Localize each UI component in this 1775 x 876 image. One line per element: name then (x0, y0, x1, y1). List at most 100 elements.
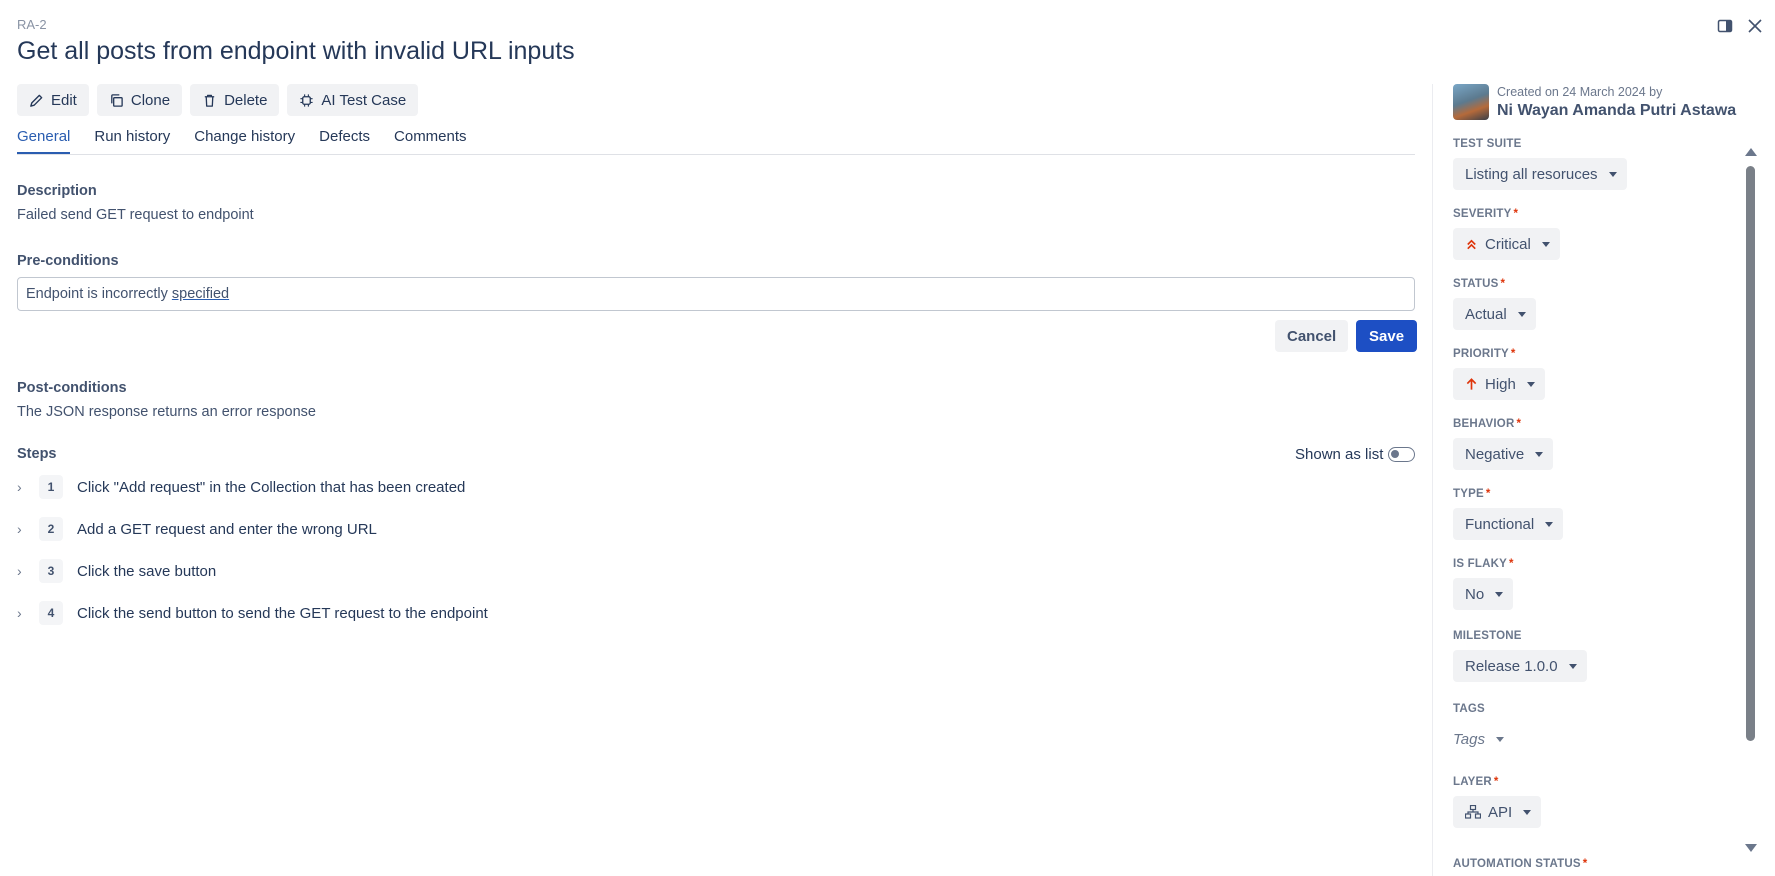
field-tags: TAGS Tags (1453, 703, 1514, 755)
chevron-right-icon[interactable]: › (17, 521, 31, 537)
caret-down-icon (1517, 311, 1526, 317)
step-text[interactable]: Click "Add request" in the Collection th… (77, 479, 465, 496)
test-suite-value: Listing all resoruces (1465, 165, 1598, 183)
test-suite-dropdown[interactable]: Listing all resoruces (1453, 158, 1627, 190)
scroll-up-icon[interactable] (1745, 148, 1757, 156)
preconditions-label: Pre-conditions (17, 253, 119, 269)
shown-as-list-label: Shown as list (1295, 446, 1384, 463)
milestone-dropdown[interactable]: Release 1.0.0 (1453, 650, 1587, 682)
field-is-flaky: IS FLAKY * No (1453, 558, 1514, 610)
field-priority: PRIORITY * High (1453, 348, 1545, 400)
type-dropdown[interactable]: Functional (1453, 508, 1564, 540)
caret-down-icon (1526, 381, 1535, 387)
layer-label: LAYER (1453, 776, 1492, 788)
chip-icon (300, 93, 314, 107)
required-mark: * (1485, 488, 1491, 500)
tab-defects[interactable]: Defects (319, 128, 370, 154)
step-text[interactable]: Add a GET request and enter the wrong UR… (77, 521, 377, 538)
tab-general[interactable]: General (17, 128, 71, 154)
milestone-value: Release 1.0.0 (1465, 657, 1558, 675)
caret-down-icon (1495, 736, 1504, 742)
sidebar-scrollbar[interactable] (1745, 148, 1757, 858)
clone-button[interactable]: Clone (96, 84, 183, 116)
created-text: Created on 24 March 2024 by (1497, 85, 1663, 99)
chevron-right-icon[interactable]: › (17, 605, 31, 621)
step-text[interactable]: Click the send button to send the GET re… (77, 605, 488, 622)
preconditions-editor[interactable]: Endpoint is incorrectly specified (17, 277, 1415, 311)
shown-as-list-toggle[interactable] (1388, 447, 1416, 462)
step-row: › 2 Add a GET request and enter the wron… (17, 517, 377, 541)
window-controls (1715, 16, 1765, 36)
steps-label: Steps (17, 446, 57, 462)
ai-test-case-button[interactable]: AI Test Case (287, 84, 419, 116)
copy-icon (111, 93, 123, 107)
tab-change-history[interactable]: Change history (194, 128, 295, 154)
required-mark: * (1516, 418, 1522, 430)
behavior-label: BEHAVIOR (1453, 418, 1515, 430)
edit-button-label: Edit (51, 91, 77, 109)
description-label: Description (17, 183, 97, 199)
chevron-right-icon[interactable]: › (17, 563, 31, 579)
page-title: Get all posts from endpoint with invalid… (17, 37, 575, 65)
sidebar-divider (1432, 84, 1433, 876)
behavior-value: Negative (1465, 445, 1525, 463)
required-mark: * (1510, 348, 1516, 360)
postconditions-text[interactable]: The JSON response returns an error respo… (17, 404, 316, 420)
caret-down-icon (1523, 809, 1532, 815)
is-flaky-dropdown[interactable]: No (1453, 578, 1514, 610)
severity-value: Critical (1485, 235, 1531, 253)
scroll-down-icon[interactable] (1745, 844, 1757, 852)
tags-label: TAGS (1453, 703, 1485, 715)
step-row: › 3 Click the save button (17, 559, 216, 583)
save-button[interactable]: Save (1356, 320, 1418, 352)
severity-dropdown[interactable]: Critical (1453, 228, 1560, 260)
status-label: STATUS (1453, 278, 1499, 290)
required-mark: * (1582, 858, 1588, 870)
field-type: TYPE * Functional (1453, 488, 1564, 540)
priority-label: PRIORITY (1453, 348, 1509, 360)
caret-down-icon (1568, 663, 1577, 669)
shown-as-list-control: Shown as list (1295, 446, 1416, 463)
close-icon[interactable] (1745, 16, 1765, 36)
step-row: › 4 Click the send button to send the GE… (17, 601, 488, 625)
postconditions-label: Post-conditions (17, 380, 127, 396)
type-value: Functional (1465, 515, 1535, 533)
caret-down-icon (1541, 241, 1550, 247)
preconditions-text: Endpoint is incorrectly (26, 286, 172, 302)
layer-value: API (1488, 803, 1513, 821)
step-text[interactable]: Click the save button (77, 563, 216, 580)
layer-dropdown[interactable]: API (1453, 796, 1542, 828)
arrow-up-icon (1466, 378, 1477, 390)
panel-toggle-icon[interactable] (1715, 16, 1735, 36)
cancel-button[interactable]: Cancel (1275, 320, 1349, 352)
avatar (1453, 84, 1489, 120)
status-dropdown[interactable]: Actual (1453, 298, 1536, 330)
trash-icon (204, 94, 215, 107)
tab-comments[interactable]: Comments (394, 128, 467, 154)
tags-dropdown[interactable]: Tags (1453, 723, 1514, 755)
field-behavior: BEHAVIOR * Negative (1453, 418, 1554, 470)
status-value: Actual (1465, 305, 1507, 323)
tab-run-history[interactable]: Run history (94, 128, 170, 154)
priority-dropdown[interactable]: High (1453, 368, 1545, 400)
edit-button[interactable]: Edit (17, 84, 89, 116)
delete-button[interactable]: Delete (190, 84, 280, 116)
preconditions-text-underlined: specified (171, 286, 230, 302)
tags-placeholder: Tags (1453, 730, 1485, 748)
scrollbar-thumb[interactable] (1746, 166, 1755, 741)
is-flaky-label: IS FLAKY (1453, 558, 1507, 570)
pencil-icon (30, 94, 43, 107)
creator-info: Created on 24 March 2024 by Ni Wayan Ama… (1453, 84, 1736, 120)
caret-down-icon (1545, 521, 1554, 527)
test-suite-label: TEST SUITE (1453, 138, 1522, 150)
behavior-dropdown[interactable]: Negative (1453, 438, 1554, 470)
chevron-right-icon[interactable]: › (17, 479, 31, 495)
field-test-suite: TEST SUITE Listing all resoruces (1453, 138, 1627, 190)
severity-label: SEVERITY (1453, 208, 1512, 220)
action-toolbar: Edit Clone Delete AI Test Case (17, 84, 419, 116)
step-number: 1 (39, 475, 63, 499)
required-mark: * (1493, 776, 1499, 788)
milestone-label: MILESTONE (1453, 630, 1522, 642)
description-text[interactable]: Failed send GET request to endpoint (17, 207, 254, 223)
author-name[interactable]: Ni Wayan Amanda Putri Astawa (1497, 102, 1736, 120)
